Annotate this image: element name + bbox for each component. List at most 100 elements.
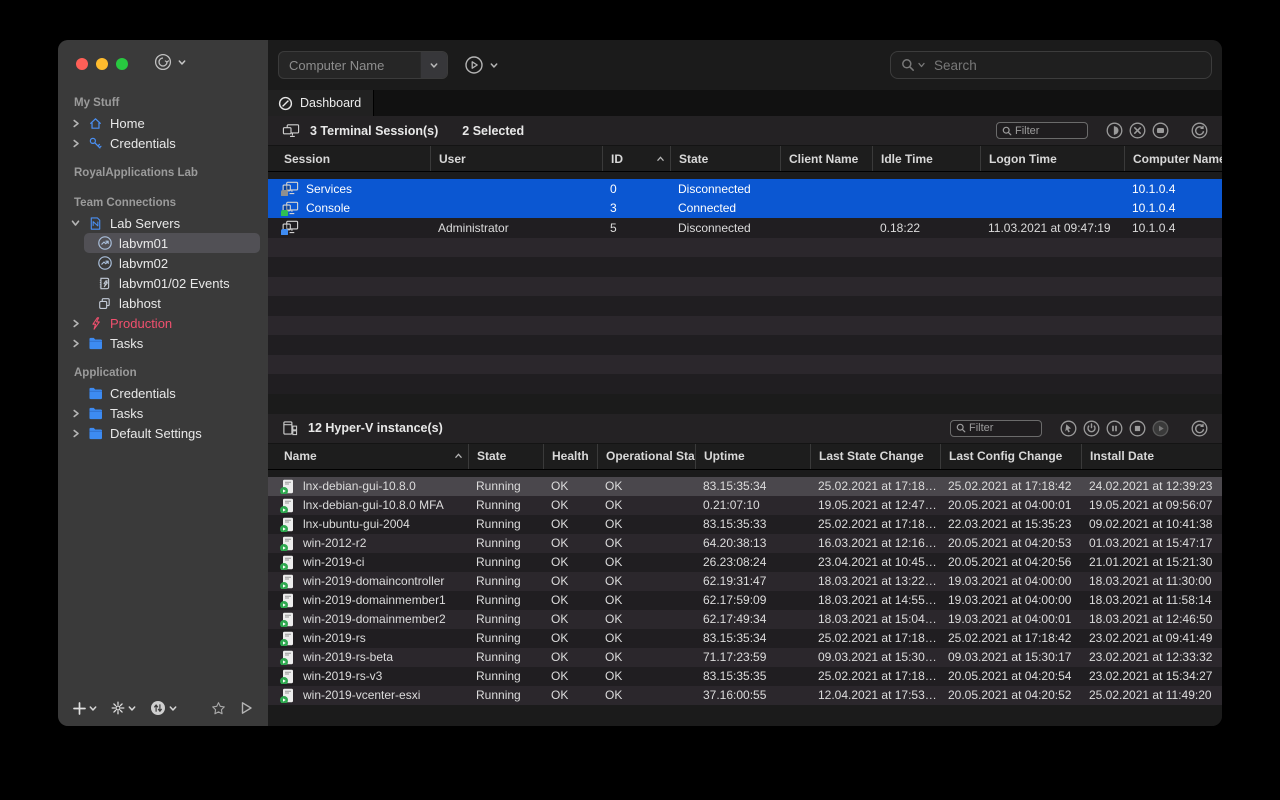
sidebar-item-production[interactable]: Production bbox=[66, 313, 260, 333]
cell-uptime: 0.21:07:10 bbox=[695, 498, 810, 512]
section-header: My Stuff bbox=[66, 92, 260, 113]
refresh-button[interactable] bbox=[1191, 122, 1208, 139]
favorites-button[interactable] bbox=[206, 698, 231, 719]
vm-running-badge bbox=[280, 563, 288, 570]
refresh-button[interactable] bbox=[1191, 420, 1208, 437]
power-button[interactable] bbox=[1083, 420, 1100, 437]
tab-dashboard[interactable]: Dashboard bbox=[268, 90, 374, 116]
sidebar-item-tasks[interactable]: Tasks bbox=[66, 333, 260, 353]
sidebar-item-labvm01-02-events[interactable]: labvm01/02 Events bbox=[84, 273, 260, 293]
stop-button[interactable] bbox=[1129, 420, 1146, 437]
column-header-id[interactable]: ID bbox=[602, 146, 670, 171]
table-row[interactable]: Administrator5Disconnected0.18:2211.03.2… bbox=[268, 218, 1222, 238]
column-header-last-state-change[interactable]: Last State Change bbox=[810, 444, 940, 469]
remote-session-icon bbox=[96, 235, 113, 251]
gear-icon bbox=[111, 701, 125, 715]
select-button[interactable] bbox=[1060, 420, 1077, 437]
pause-button[interactable] bbox=[1106, 420, 1123, 437]
vm-name: win-2019-domainmember2 bbox=[303, 612, 446, 626]
section-header: RoyalApplications Lab bbox=[66, 162, 260, 183]
table-row[interactable]: win-2012-r2RunningOKOK64.20:38:1316.03.2… bbox=[268, 534, 1222, 553]
chevron-right-icon[interactable] bbox=[70, 339, 81, 348]
table-row[interactable]: win-2019-rs-betaRunningOKOK71.17:23:5909… bbox=[268, 648, 1222, 667]
sidebar-item-labhost[interactable]: labhost bbox=[84, 293, 260, 313]
column-header-label: Computer Name bbox=[1133, 152, 1222, 166]
combobox-dropdown-button[interactable] bbox=[420, 52, 447, 78]
run-task-button[interactable] bbox=[464, 55, 498, 75]
add-button[interactable] bbox=[68, 699, 102, 718]
hyperv-filter-box[interactable] bbox=[950, 420, 1042, 437]
table-row[interactable]: lnx-ubuntu-gui-2004RunningOKOK83.15:35:3… bbox=[268, 515, 1222, 534]
sidebar-item-label: labvm02 bbox=[119, 256, 168, 271]
table-row[interactable]: win-2019-ciRunningOKOK26.23:08:2423.04.2… bbox=[268, 553, 1222, 572]
close-window-button[interactable] bbox=[76, 58, 88, 70]
table-row[interactable]: win-2019-domaincontrollerRunningOKOK62.1… bbox=[268, 572, 1222, 591]
sidebar-item-labvm01[interactable]: labvm01 bbox=[84, 233, 260, 253]
sort-button[interactable] bbox=[145, 697, 182, 719]
column-header-idle-time[interactable]: Idle Time bbox=[872, 146, 980, 171]
filter-icon bbox=[956, 423, 966, 433]
connect-button[interactable] bbox=[1106, 122, 1123, 139]
play-button[interactable] bbox=[1152, 420, 1169, 437]
table-row[interactable]: lnx-debian-gui-10.8.0 MFARunningOKOK0.21… bbox=[268, 496, 1222, 515]
computer-name-input[interactable] bbox=[279, 58, 420, 73]
folder-icon bbox=[87, 385, 104, 401]
sidebar-item-credentials[interactable]: Credentials bbox=[66, 133, 260, 153]
column-header-health[interactable]: Health bbox=[543, 444, 597, 469]
minimize-window-button[interactable] bbox=[96, 58, 108, 70]
column-header-state[interactable]: State bbox=[670, 146, 780, 171]
column-header-computer-name[interactable]: Computer Name bbox=[1124, 146, 1222, 171]
chevron-down-icon[interactable] bbox=[70, 219, 81, 227]
chevron-right-icon[interactable] bbox=[70, 119, 81, 128]
table-row[interactable]: Console3Connected10.1.0.4 bbox=[268, 199, 1222, 219]
column-header-logon-time[interactable]: Logon Time bbox=[980, 146, 1124, 171]
chevron-right-icon[interactable] bbox=[70, 409, 81, 418]
hyperv-title: 12 Hyper-V instance(s) bbox=[308, 421, 443, 435]
chevron-right-icon[interactable] bbox=[70, 319, 81, 328]
cell-install_date: 21.01.2021 at 15:21:30 bbox=[1081, 555, 1222, 569]
sidebar-item-lab-servers[interactable]: Lab Servers bbox=[66, 213, 260, 233]
disconnect-button[interactable] bbox=[1129, 122, 1146, 139]
connect-button[interactable] bbox=[235, 698, 258, 718]
column-header-label: Client Name bbox=[789, 152, 858, 166]
cell-health: OK bbox=[543, 479, 597, 493]
chevron-right-icon[interactable] bbox=[70, 139, 81, 148]
column-header-user[interactable]: User bbox=[430, 146, 602, 171]
table-row[interactable]: win-2019-rsRunningOKOK83.15:35:3425.02.2… bbox=[268, 629, 1222, 648]
cell-operational_status: OK bbox=[597, 593, 695, 607]
chevron-right-icon[interactable] bbox=[70, 429, 81, 438]
zoom-window-button[interactable] bbox=[116, 58, 128, 70]
computer-name-combobox[interactable] bbox=[278, 51, 448, 79]
column-header-install-date[interactable]: Install Date bbox=[1081, 444, 1222, 469]
table-row[interactable]: Services0Disconnected10.1.0.4 bbox=[268, 179, 1222, 199]
settings-button[interactable] bbox=[106, 698, 141, 718]
column-header-uptime[interactable]: Uptime bbox=[695, 444, 810, 469]
table-row[interactable]: win-2019-vcenter-esxiRunningOKOK37.16:00… bbox=[268, 686, 1222, 705]
terminal-filter-input[interactable] bbox=[1015, 125, 1082, 137]
sidebar-item-credentials[interactable]: Credentials bbox=[66, 383, 260, 403]
search-box[interactable] bbox=[890, 51, 1212, 79]
column-header-operational-status[interactable]: Operational Status bbox=[597, 444, 695, 469]
vm-name: lnx-ubuntu-gui-2004 bbox=[303, 517, 410, 531]
sidebar-item-label: Tasks bbox=[110, 406, 143, 421]
terminal-filter-box[interactable] bbox=[996, 122, 1088, 139]
table-row[interactable]: win-2019-domainmember1RunningOKOK62.17:5… bbox=[268, 591, 1222, 610]
column-header-session[interactable]: Session bbox=[268, 146, 430, 171]
cell-last_config_change: 09.03.2021 at 15:30:17 bbox=[940, 650, 1081, 664]
sidebar-item-default-settings[interactable]: Default Settings bbox=[66, 423, 260, 443]
sidebar-item-tasks[interactable]: Tasks bbox=[66, 403, 260, 423]
search-input[interactable] bbox=[928, 58, 1201, 73]
app-menu-button[interactable] bbox=[154, 53, 186, 71]
table-row[interactable]: win-2019-domainmember2RunningOKOK62.17:4… bbox=[268, 610, 1222, 629]
cell-uptime: 83.15:35:35 bbox=[695, 669, 810, 683]
sidebar-item-labvm02[interactable]: labvm02 bbox=[84, 253, 260, 273]
table-row[interactable]: win-2019-rs-v3RunningOKOK83.15:35:3525.0… bbox=[268, 667, 1222, 686]
sidebar-item-home[interactable]: Home bbox=[66, 113, 260, 133]
column-header-client-name[interactable]: Client Name bbox=[780, 146, 872, 171]
column-header-state[interactable]: State bbox=[468, 444, 543, 469]
hyperv-filter-input[interactable] bbox=[969, 422, 1036, 434]
column-header-last-config-change[interactable]: Last Config Change bbox=[940, 444, 1081, 469]
column-header-name[interactable]: Name bbox=[268, 444, 468, 469]
table-row[interactable]: lnx-debian-gui-10.8.0RunningOKOK83.15:35… bbox=[268, 477, 1222, 496]
message-button[interactable] bbox=[1152, 122, 1169, 139]
